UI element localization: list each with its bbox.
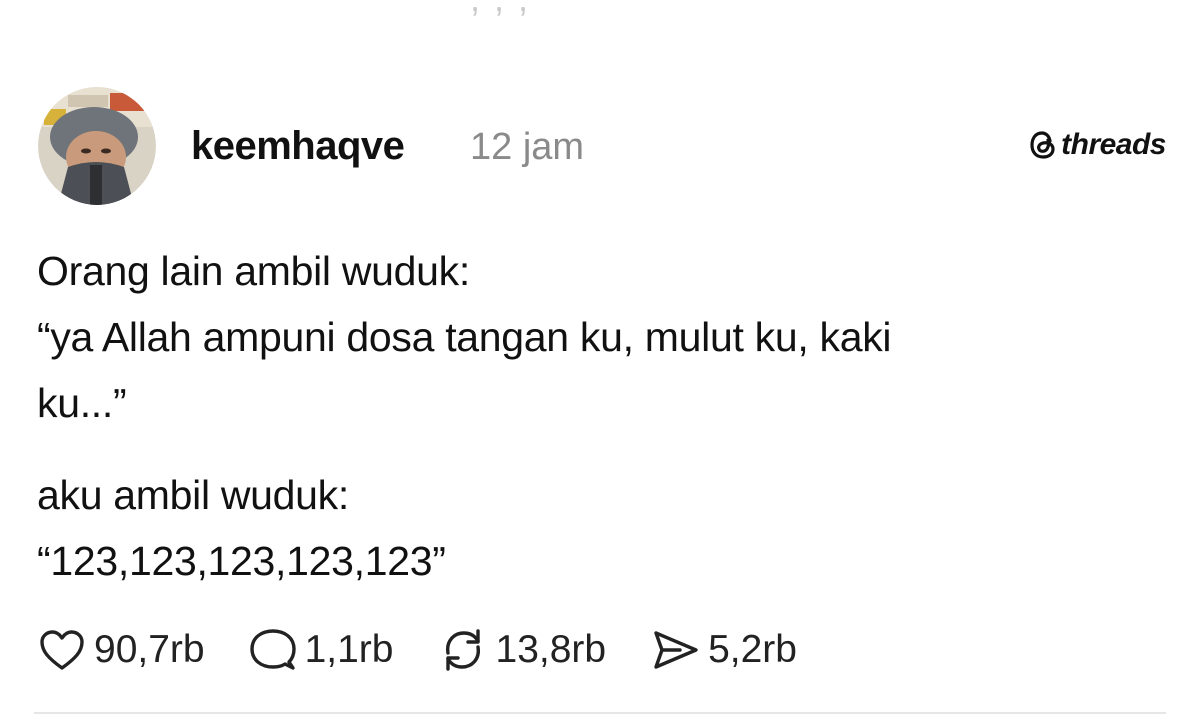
divider (34, 712, 1166, 714)
threads-brand: threads (1029, 128, 1166, 162)
repost-count: 13,8rb (495, 628, 607, 671)
share-button[interactable]: 5,2rb (650, 628, 797, 672)
repost-arrows-icon (438, 627, 488, 673)
threads-post-screenshot: , , , keemhaqve 12 jam (0, 0, 1200, 727)
post-text: Orang lain ambil wuduk: “ya Allah ampuni… (37, 238, 1147, 594)
share-count: 5,2rb (708, 628, 797, 671)
post-line: ku...” (37, 380, 127, 426)
send-icon (650, 628, 700, 672)
heart-icon (38, 628, 86, 672)
reply-count: 1,1rb (304, 628, 394, 671)
like-count: 90,7rb (94, 628, 205, 671)
cropped-text-fragment: , , , (470, 0, 530, 20)
comment-bubble-icon (249, 627, 297, 673)
like-button[interactable]: 90,7rb (38, 628, 205, 672)
repost-button[interactable]: 13,8rb (438, 627, 607, 673)
post-line: “ya Allah ampuni dosa tangan ku, mulut k… (37, 314, 892, 360)
reply-button[interactable]: 1,1rb (249, 627, 394, 673)
author-username[interactable]: keemhaqve (191, 124, 405, 169)
post-line: “123,123,123,123,123” (37, 538, 446, 584)
threads-logo-icon (1029, 130, 1057, 160)
post-line: Orang lain ambil wuduk: (37, 248, 470, 294)
post-line: aku ambil wuduk: (37, 472, 349, 518)
brand-name: threads (1061, 128, 1166, 161)
action-bar: 90,7rb 1,1rb 13,8rb 5,2rb (38, 620, 841, 680)
avatar[interactable] (38, 87, 156, 205)
post-timestamp: 12 jam (470, 126, 585, 168)
